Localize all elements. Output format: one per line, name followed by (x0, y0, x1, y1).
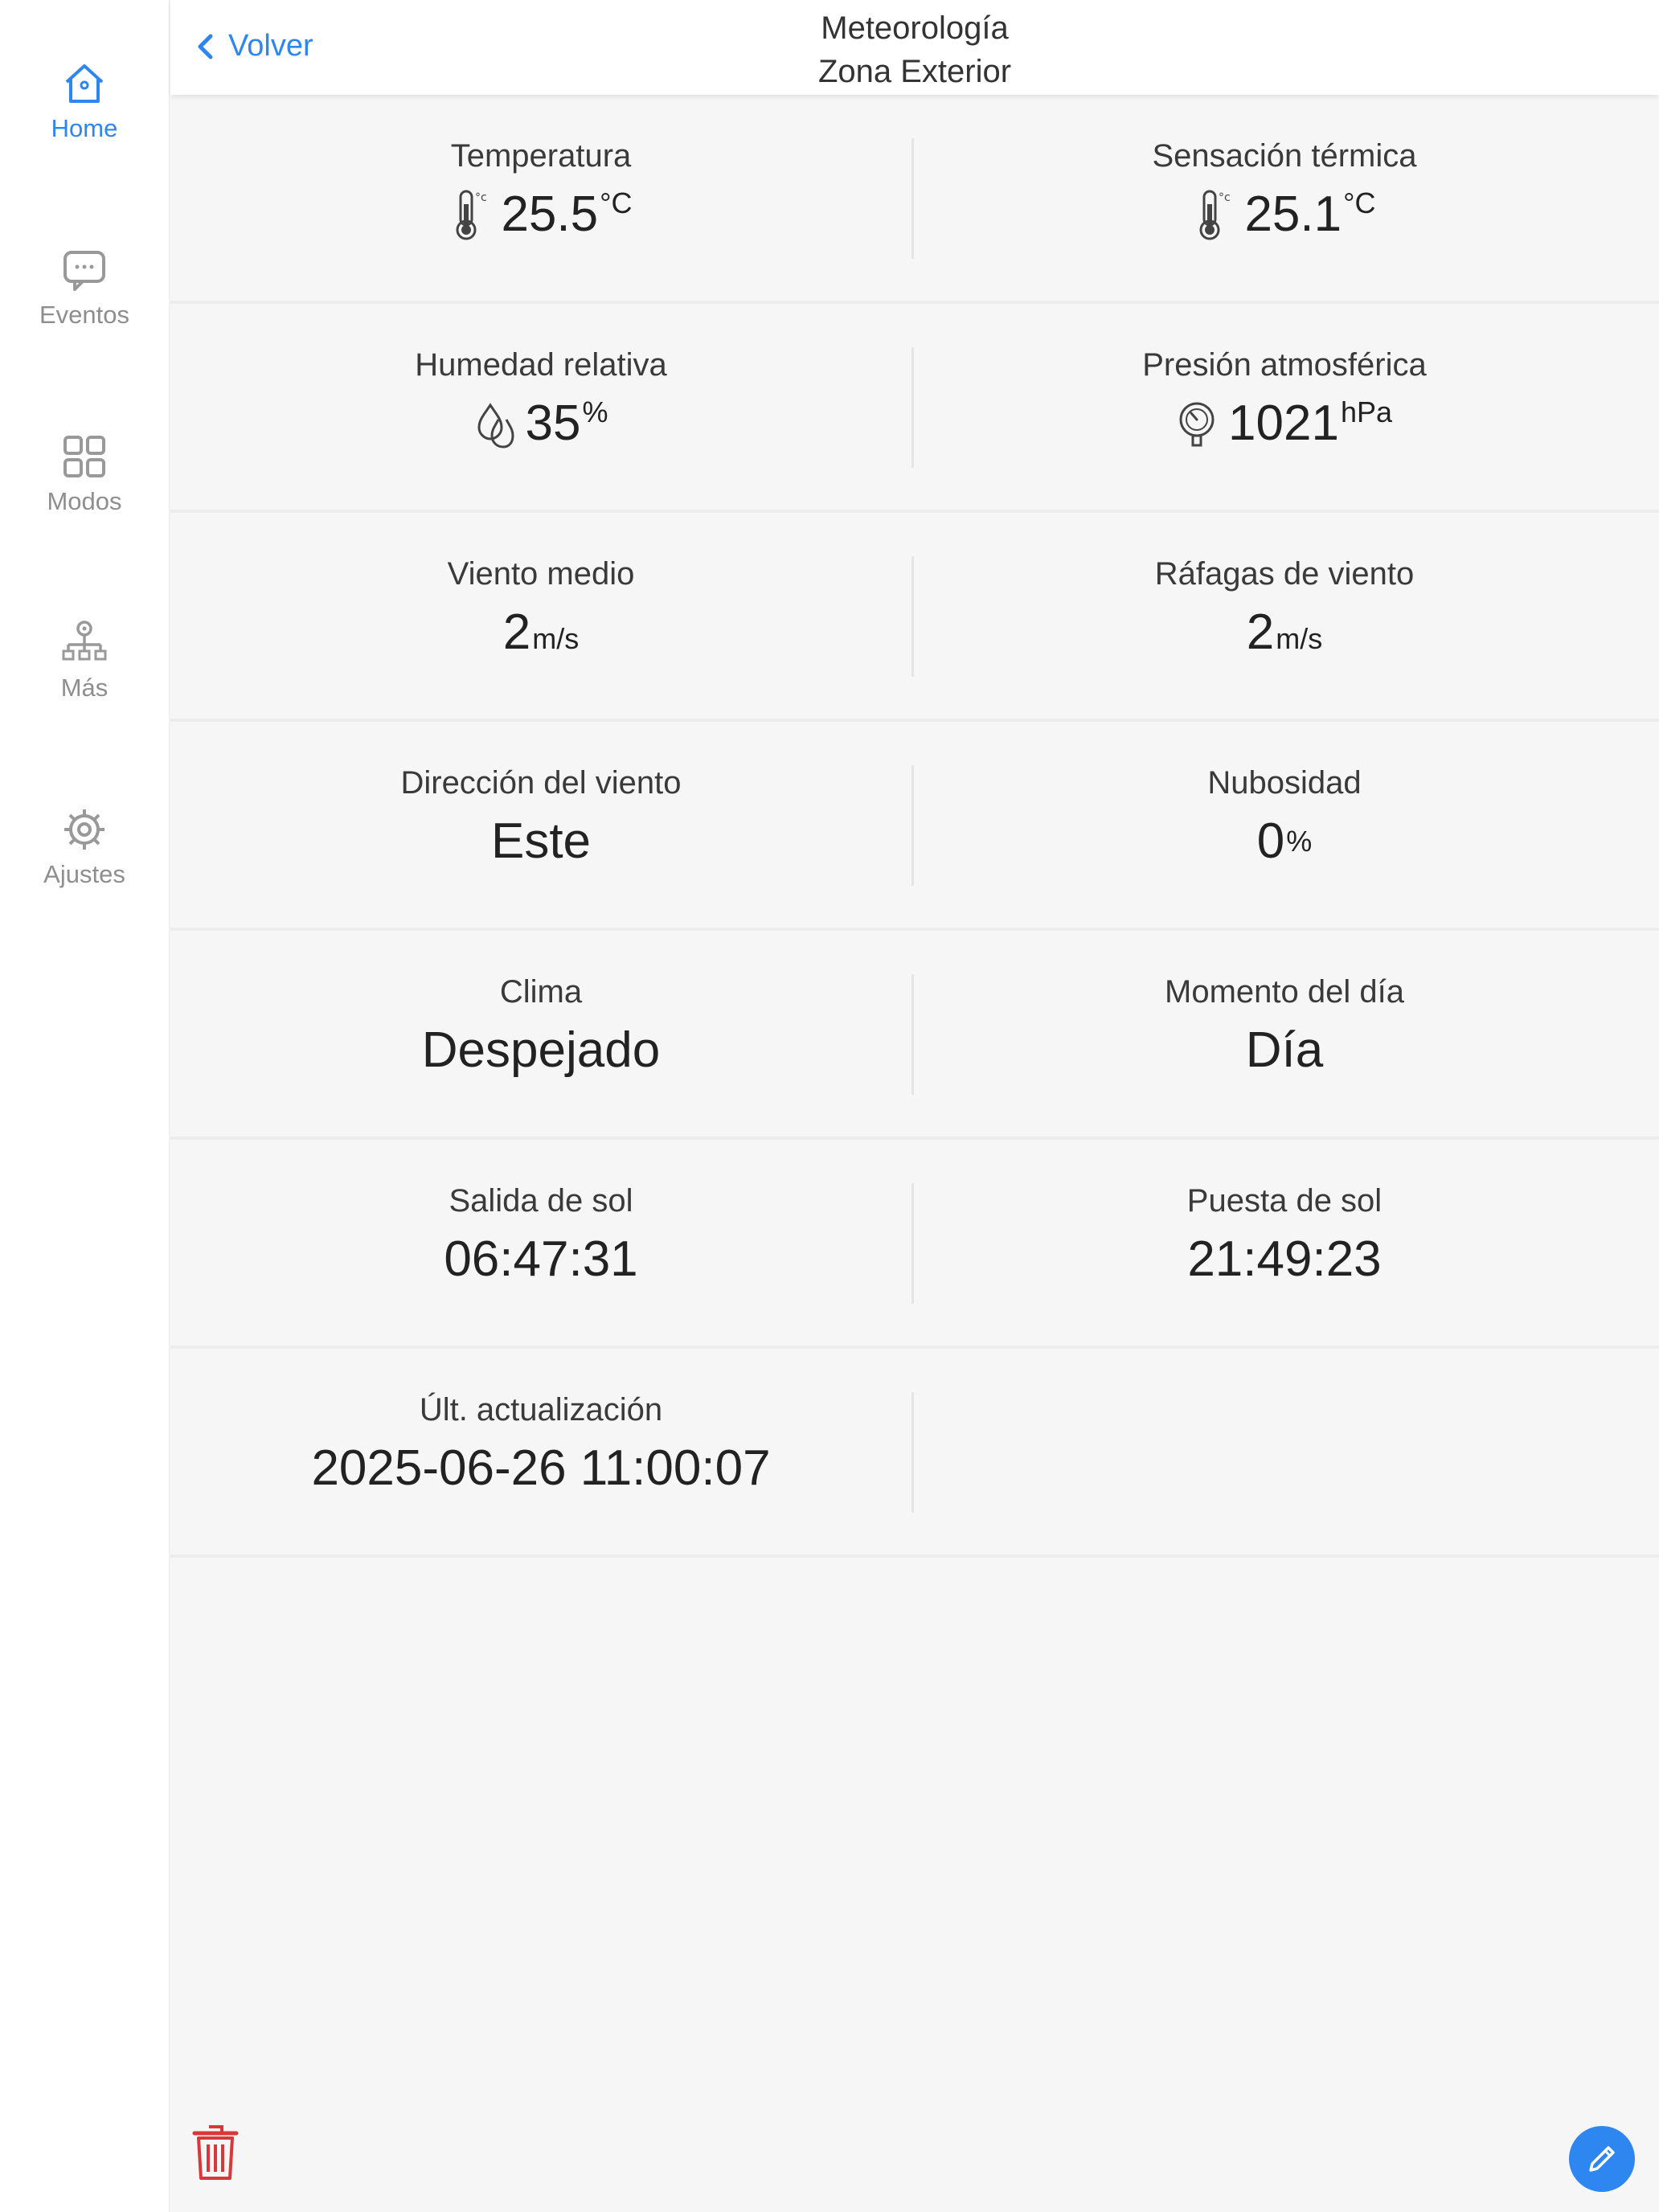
measurement-unit: °C (1343, 186, 1376, 219)
measurement-value: 21:49:23 (1187, 1231, 1382, 1287)
column-divider (911, 1392, 914, 1513)
measurement-label: Nubosidad (1207, 765, 1362, 801)
measurement-value: Despejado (421, 1022, 661, 1078)
page-title: Meteorología Zona Exterior (170, 6, 1659, 93)
nav-settings-label: Ajustes (43, 860, 125, 888)
measurement-unit: m/s (532, 622, 580, 655)
sidebar: Home Eventos Modos Más Ajustes (0, 0, 170, 2212)
measurement-value: 35 (525, 395, 581, 451)
header: Volver Meteorología Zona Exterior (170, 0, 1659, 95)
measurement-value-group: 1021 hPa (914, 395, 1655, 452)
measurement-label: Ráfagas de viento (1154, 556, 1415, 592)
measurement-label: Temperatura (450, 138, 632, 174)
nav-events[interactable]: Eventos (0, 246, 169, 383)
delete-button[interactable] (191, 2122, 240, 2183)
measurement-unit: m/s (1276, 622, 1323, 655)
measurement-value-group: Este (170, 813, 911, 870)
svg-text:°c: °c (1219, 191, 1231, 204)
measurement-value: 25.1 (1244, 186, 1342, 242)
measurement-wind-speed[interactable]: Viento medio 2 m/s (170, 513, 911, 719)
measurement-value: 06:47:31 (444, 1231, 638, 1287)
measurement-label: Puesta de sol (1186, 1183, 1382, 1219)
measurement-label: Dirección del viento (400, 765, 682, 801)
nav-home-label: Home (51, 114, 118, 142)
measurement-sunrise[interactable]: Salida de sol 06:47:31 (170, 1140, 911, 1346)
measurement-row: Salida de sol 06:47:31 Puesta de sol 21:… (170, 1140, 1659, 1349)
humidity-icon (477, 403, 514, 449)
measurement-value-group: 35 % (170, 395, 911, 452)
svg-text:°c: °c (475, 191, 487, 204)
nav-home[interactable]: Home (0, 59, 169, 196)
measurement-label: Viento medio (447, 556, 635, 592)
thermometer-icon: °c (456, 190, 487, 240)
measurement-row: Últ. actualización 2025-06-26 11:00:07 (170, 1349, 1659, 1558)
measurement-value: Este (490, 813, 592, 869)
measurement-value: 2 (502, 604, 531, 660)
grid-icon (63, 436, 105, 477)
thermometer-icon: °c (1199, 190, 1231, 240)
measurement-value-group: 2 m/s (914, 604, 1655, 661)
measurement-label: Presión atmosférica (1142, 347, 1427, 383)
measurement-weather[interactable]: Clima Despejado (170, 931, 911, 1137)
measurement-label: Clima (499, 974, 583, 1010)
measurement-value-group: 21:49:23 (914, 1231, 1655, 1288)
measurement-value: 0 (1256, 813, 1285, 869)
measurement-time-of-day[interactable]: Momento del día Día (914, 931, 1655, 1137)
nav-settings[interactable]: Ajustes (0, 805, 169, 942)
measurement-value: 25.5 (501, 186, 599, 242)
measurement-value-group: 06:47:31 (170, 1231, 911, 1288)
measurement-value: 2 (1246, 604, 1275, 660)
nav-more-label: Más (60, 674, 109, 702)
measurement-row: Clima Despejado Momento del día Día (170, 931, 1659, 1140)
page-title-line2: Zona Exterior (817, 54, 1012, 89)
measurement-label: Salida de sol (449, 1183, 633, 1219)
measurement-cloudiness[interactable]: Nubosidad 0 % (914, 722, 1655, 928)
nav-modes-label: Modos (47, 487, 122, 515)
measurement-wind-gusts[interactable]: Ráfagas de viento 2 m/s (914, 513, 1655, 719)
pencil-icon (1589, 2146, 1615, 2172)
measurement-temperature[interactable]: Temperatura °c 25.5 °C (170, 95, 911, 301)
measurement-value-group: °c 25.1 °C (914, 186, 1655, 243)
measurement-unit: % (582, 395, 608, 428)
measurement-feels-like[interactable]: Sensación térmica °c 25.1 °C (914, 95, 1655, 301)
measurement-label: Sensación térmica (1152, 138, 1417, 174)
measurements-list: Temperatura °c 25.5 °C Sensación térmica (170, 95, 1659, 1558)
measurement-value: 1021 (1228, 395, 1339, 451)
measurement-unit: % (1286, 825, 1313, 858)
nav-modes[interactable]: Modos (0, 432, 169, 569)
measurement-unit: hPa (1340, 395, 1392, 428)
measurement-humidity[interactable]: Humedad relativa 35 % (170, 304, 911, 510)
measurement-label: Momento del día (1165, 974, 1404, 1010)
measurement-label: Humedad relativa (415, 347, 667, 383)
measurement-value-group: °c 25.5 °C (170, 186, 911, 243)
pressure-gauge-icon (1179, 402, 1215, 447)
measurement-sunset[interactable]: Puesta de sol 21:49:23 (914, 1140, 1655, 1346)
measurement-value-group: 0 % (914, 813, 1655, 870)
page-title-line1: Meteorología (821, 10, 1009, 46)
nav-events-label: Eventos (39, 301, 129, 329)
measurement-value: 2025-06-26 11:00:07 (311, 1440, 771, 1496)
measurement-last-update[interactable]: Últ. actualización 2025-06-26 11:00:07 (170, 1349, 911, 1555)
trash-icon (192, 2125, 239, 2180)
measurement-value-group: Despejado (170, 1022, 911, 1079)
edit-button[interactable] (1569, 2126, 1635, 2192)
gear-icon (64, 809, 104, 850)
measurement-pressure[interactable]: Presión atmosférica 1021 hPa (914, 304, 1655, 510)
measurement-value-group: Día (914, 1022, 1655, 1079)
home-icon (65, 64, 104, 103)
measurement-row: Temperatura °c 25.5 °C Sensación térmica (170, 95, 1659, 304)
nav-more[interactable]: Más (0, 619, 169, 756)
measurement-row: Dirección del viento Este Nubosidad 0 % (170, 722, 1659, 931)
measurement-wind-direction[interactable]: Dirección del viento Este (170, 722, 911, 928)
measurement-label: Últ. actualización (419, 1392, 663, 1428)
measurement-value-group: 2 m/s (170, 604, 911, 661)
measurement-value-group: 2025-06-26 11:00:07 (170, 1440, 911, 1497)
chat-icon (63, 251, 105, 291)
measurement-row: Humedad relativa 35 % Presión atmosféric… (170, 304, 1659, 513)
measurement-unit: °C (600, 186, 633, 219)
measurement-row: Viento medio 2 m/s Ráfagas de viento 2 m… (170, 513, 1659, 722)
measurement-value: Día (1245, 1022, 1324, 1078)
network-icon (62, 621, 107, 661)
